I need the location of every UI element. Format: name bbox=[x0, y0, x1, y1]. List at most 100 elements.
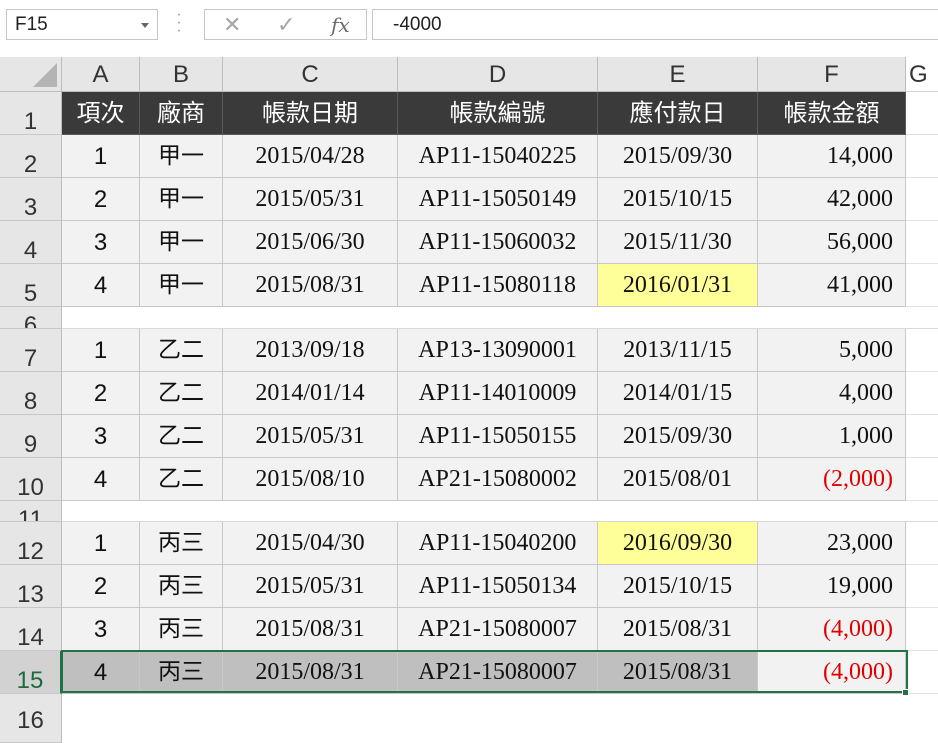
row-header-10[interactable]: 10 bbox=[0, 458, 62, 501]
cell-g1[interactable] bbox=[906, 92, 938, 135]
cell-number-4[interactable]: AP11-15060032 bbox=[398, 221, 598, 264]
cell-amount-13[interactable]: 19,000 bbox=[758, 565, 906, 608]
cell-g-13[interactable] bbox=[906, 565, 938, 608]
insert-function-icon[interactable]: fx bbox=[331, 13, 350, 37]
enter-icon[interactable]: ✓ bbox=[277, 12, 295, 38]
cell-due-date-10[interactable]: 2015/08/01 bbox=[598, 458, 758, 501]
cell-due-date-15[interactable]: 2015/08/31 bbox=[598, 651, 758, 694]
cell-amount-10[interactable]: (2,000) bbox=[758, 458, 906, 501]
cell-item-4[interactable]: 3 bbox=[62, 221, 140, 264]
cell-due-date-3[interactable]: 2015/10/15 bbox=[598, 178, 758, 221]
row-header-2[interactable]: 2 bbox=[0, 135, 62, 178]
cell-date-12[interactable]: 2015/04/30 bbox=[223, 522, 398, 565]
cell-g-9[interactable] bbox=[906, 415, 938, 458]
cell-due-date-12[interactable]: 2016/09/30 bbox=[598, 522, 758, 565]
cell-item-3[interactable]: 2 bbox=[62, 178, 140, 221]
cell-vendor-8[interactable]: 乙二 bbox=[140, 372, 223, 415]
cell-due-date-7[interactable]: 2013/11/15 bbox=[598, 329, 758, 372]
cell-vendor-14[interactable]: 丙三 bbox=[140, 608, 223, 651]
cell-date-10[interactable]: 2015/08/10 bbox=[223, 458, 398, 501]
cell-number-10[interactable]: AP21-15080002 bbox=[398, 458, 598, 501]
cell-due-date-14[interactable]: 2015/08/31 bbox=[598, 608, 758, 651]
cell-g-7[interactable] bbox=[906, 329, 938, 372]
cell-amount-4[interactable]: 56,000 bbox=[758, 221, 906, 264]
cell-vendor-13[interactable]: 丙三 bbox=[140, 565, 223, 608]
cell-number-7[interactable]: AP13-13090001 bbox=[398, 329, 598, 372]
column-header-a[interactable]: A bbox=[62, 57, 140, 92]
cell-vendor-12[interactable]: 丙三 bbox=[140, 522, 223, 565]
column-header-b[interactable]: B bbox=[140, 57, 223, 92]
cell-number-3[interactable]: AP11-15050149 bbox=[398, 178, 598, 221]
cell-amount-3[interactable]: 42,000 bbox=[758, 178, 906, 221]
row-header-5[interactable]: 5 bbox=[0, 264, 62, 307]
cell-due-date-4[interactable]: 2015/11/30 bbox=[598, 221, 758, 264]
header-cell-due-date[interactable]: 應付款日 bbox=[598, 92, 758, 135]
cell-item-9[interactable]: 3 bbox=[62, 415, 140, 458]
cell-date-7[interactable]: 2013/09/18 bbox=[223, 329, 398, 372]
cell-date-9[interactable]: 2015/05/31 bbox=[223, 415, 398, 458]
row-header-3[interactable]: 3 bbox=[0, 178, 62, 221]
cell-number-5[interactable]: AP11-15080118 bbox=[398, 264, 598, 307]
empty-row-16[interactable] bbox=[62, 694, 938, 743]
cell-item-8[interactable]: 2 bbox=[62, 372, 140, 415]
cell-g-5[interactable] bbox=[906, 264, 938, 307]
cell-date-5[interactable]: 2015/08/31 bbox=[223, 264, 398, 307]
cell-number-13[interactable]: AP11-15050134 bbox=[398, 565, 598, 608]
cell-number-12[interactable]: AP11-15040200 bbox=[398, 522, 598, 565]
cell-amount-8[interactable]: 4,000 bbox=[758, 372, 906, 415]
cell-due-date-9[interactable]: 2015/09/30 bbox=[598, 415, 758, 458]
cell-date-15[interactable]: 2015/08/31 bbox=[223, 651, 398, 694]
row-header-6[interactable]: 6 bbox=[0, 307, 62, 329]
cell-item-15[interactable]: 4 bbox=[62, 651, 140, 694]
header-cell-item[interactable]: 項次 bbox=[62, 92, 140, 135]
row-header-7[interactable]: 7 bbox=[0, 329, 62, 372]
column-header-c[interactable]: C bbox=[223, 57, 398, 92]
cell-vendor-15[interactable]: 丙三 bbox=[140, 651, 223, 694]
cell-date-13[interactable]: 2015/05/31 bbox=[223, 565, 398, 608]
cancel-icon[interactable]: ✕ bbox=[223, 12, 241, 38]
row-header-11[interactable]: 11 bbox=[0, 501, 62, 522]
cell-amount-7[interactable]: 5,000 bbox=[758, 329, 906, 372]
row-header-4[interactable]: 4 bbox=[0, 221, 62, 264]
cell-item-14[interactable]: 3 bbox=[62, 608, 140, 651]
cell-number-8[interactable]: AP11-14010009 bbox=[398, 372, 598, 415]
cell-amount-9[interactable]: 1,000 bbox=[758, 415, 906, 458]
row-header-9[interactable]: 9 bbox=[0, 415, 62, 458]
cell-date-3[interactable]: 2015/05/31 bbox=[223, 178, 398, 221]
row-header-13[interactable]: 13 bbox=[0, 565, 62, 608]
spacer-row-11[interactable] bbox=[62, 501, 938, 522]
cell-number-15[interactable]: AP21-15080007 bbox=[398, 651, 598, 694]
cell-item-13[interactable]: 2 bbox=[62, 565, 140, 608]
formula-input[interactable]: -4000 bbox=[372, 9, 938, 40]
cell-g-15[interactable] bbox=[906, 651, 938, 694]
cell-g-4[interactable] bbox=[906, 221, 938, 264]
cell-item-10[interactable]: 4 bbox=[62, 458, 140, 501]
cell-amount-15[interactable]: (4,000) bbox=[758, 651, 906, 694]
select-all-corner[interactable] bbox=[0, 57, 62, 92]
cell-due-date-5[interactable]: 2016/01/31 bbox=[598, 264, 758, 307]
cell-amount-12[interactable]: 23,000 bbox=[758, 522, 906, 565]
cell-amount-14[interactable]: (4,000) bbox=[758, 608, 906, 651]
cell-due-date-2[interactable]: 2015/09/30 bbox=[598, 135, 758, 178]
cell-g-2[interactable] bbox=[906, 135, 938, 178]
cell-amount-5[interactable]: 41,000 bbox=[758, 264, 906, 307]
header-cell-number[interactable]: 帳款編號 bbox=[398, 92, 598, 135]
column-header-f[interactable]: F bbox=[758, 57, 906, 92]
cell-date-4[interactable]: 2015/06/30 bbox=[223, 221, 398, 264]
cell-g-3[interactable] bbox=[906, 178, 938, 221]
header-cell-vendor[interactable]: 廠商 bbox=[140, 92, 223, 135]
cell-g-10[interactable] bbox=[906, 458, 938, 501]
fill-handle[interactable] bbox=[902, 689, 909, 696]
column-header-e[interactable]: E bbox=[598, 57, 758, 92]
cell-date-2[interactable]: 2015/04/28 bbox=[223, 135, 398, 178]
header-cell-date[interactable]: 帳款日期 bbox=[223, 92, 398, 135]
cell-date-14[interactable]: 2015/08/31 bbox=[223, 608, 398, 651]
cell-vendor-2[interactable]: 甲一 bbox=[140, 135, 223, 178]
cell-amount-2[interactable]: 14,000 bbox=[758, 135, 906, 178]
cell-item-7[interactable]: 1 bbox=[62, 329, 140, 372]
cell-item-5[interactable]: 4 bbox=[62, 264, 140, 307]
cell-vendor-4[interactable]: 甲一 bbox=[140, 221, 223, 264]
cell-date-8[interactable]: 2014/01/14 bbox=[223, 372, 398, 415]
cell-due-date-8[interactable]: 2014/01/15 bbox=[598, 372, 758, 415]
row-header-1[interactable]: 1 bbox=[0, 92, 62, 135]
